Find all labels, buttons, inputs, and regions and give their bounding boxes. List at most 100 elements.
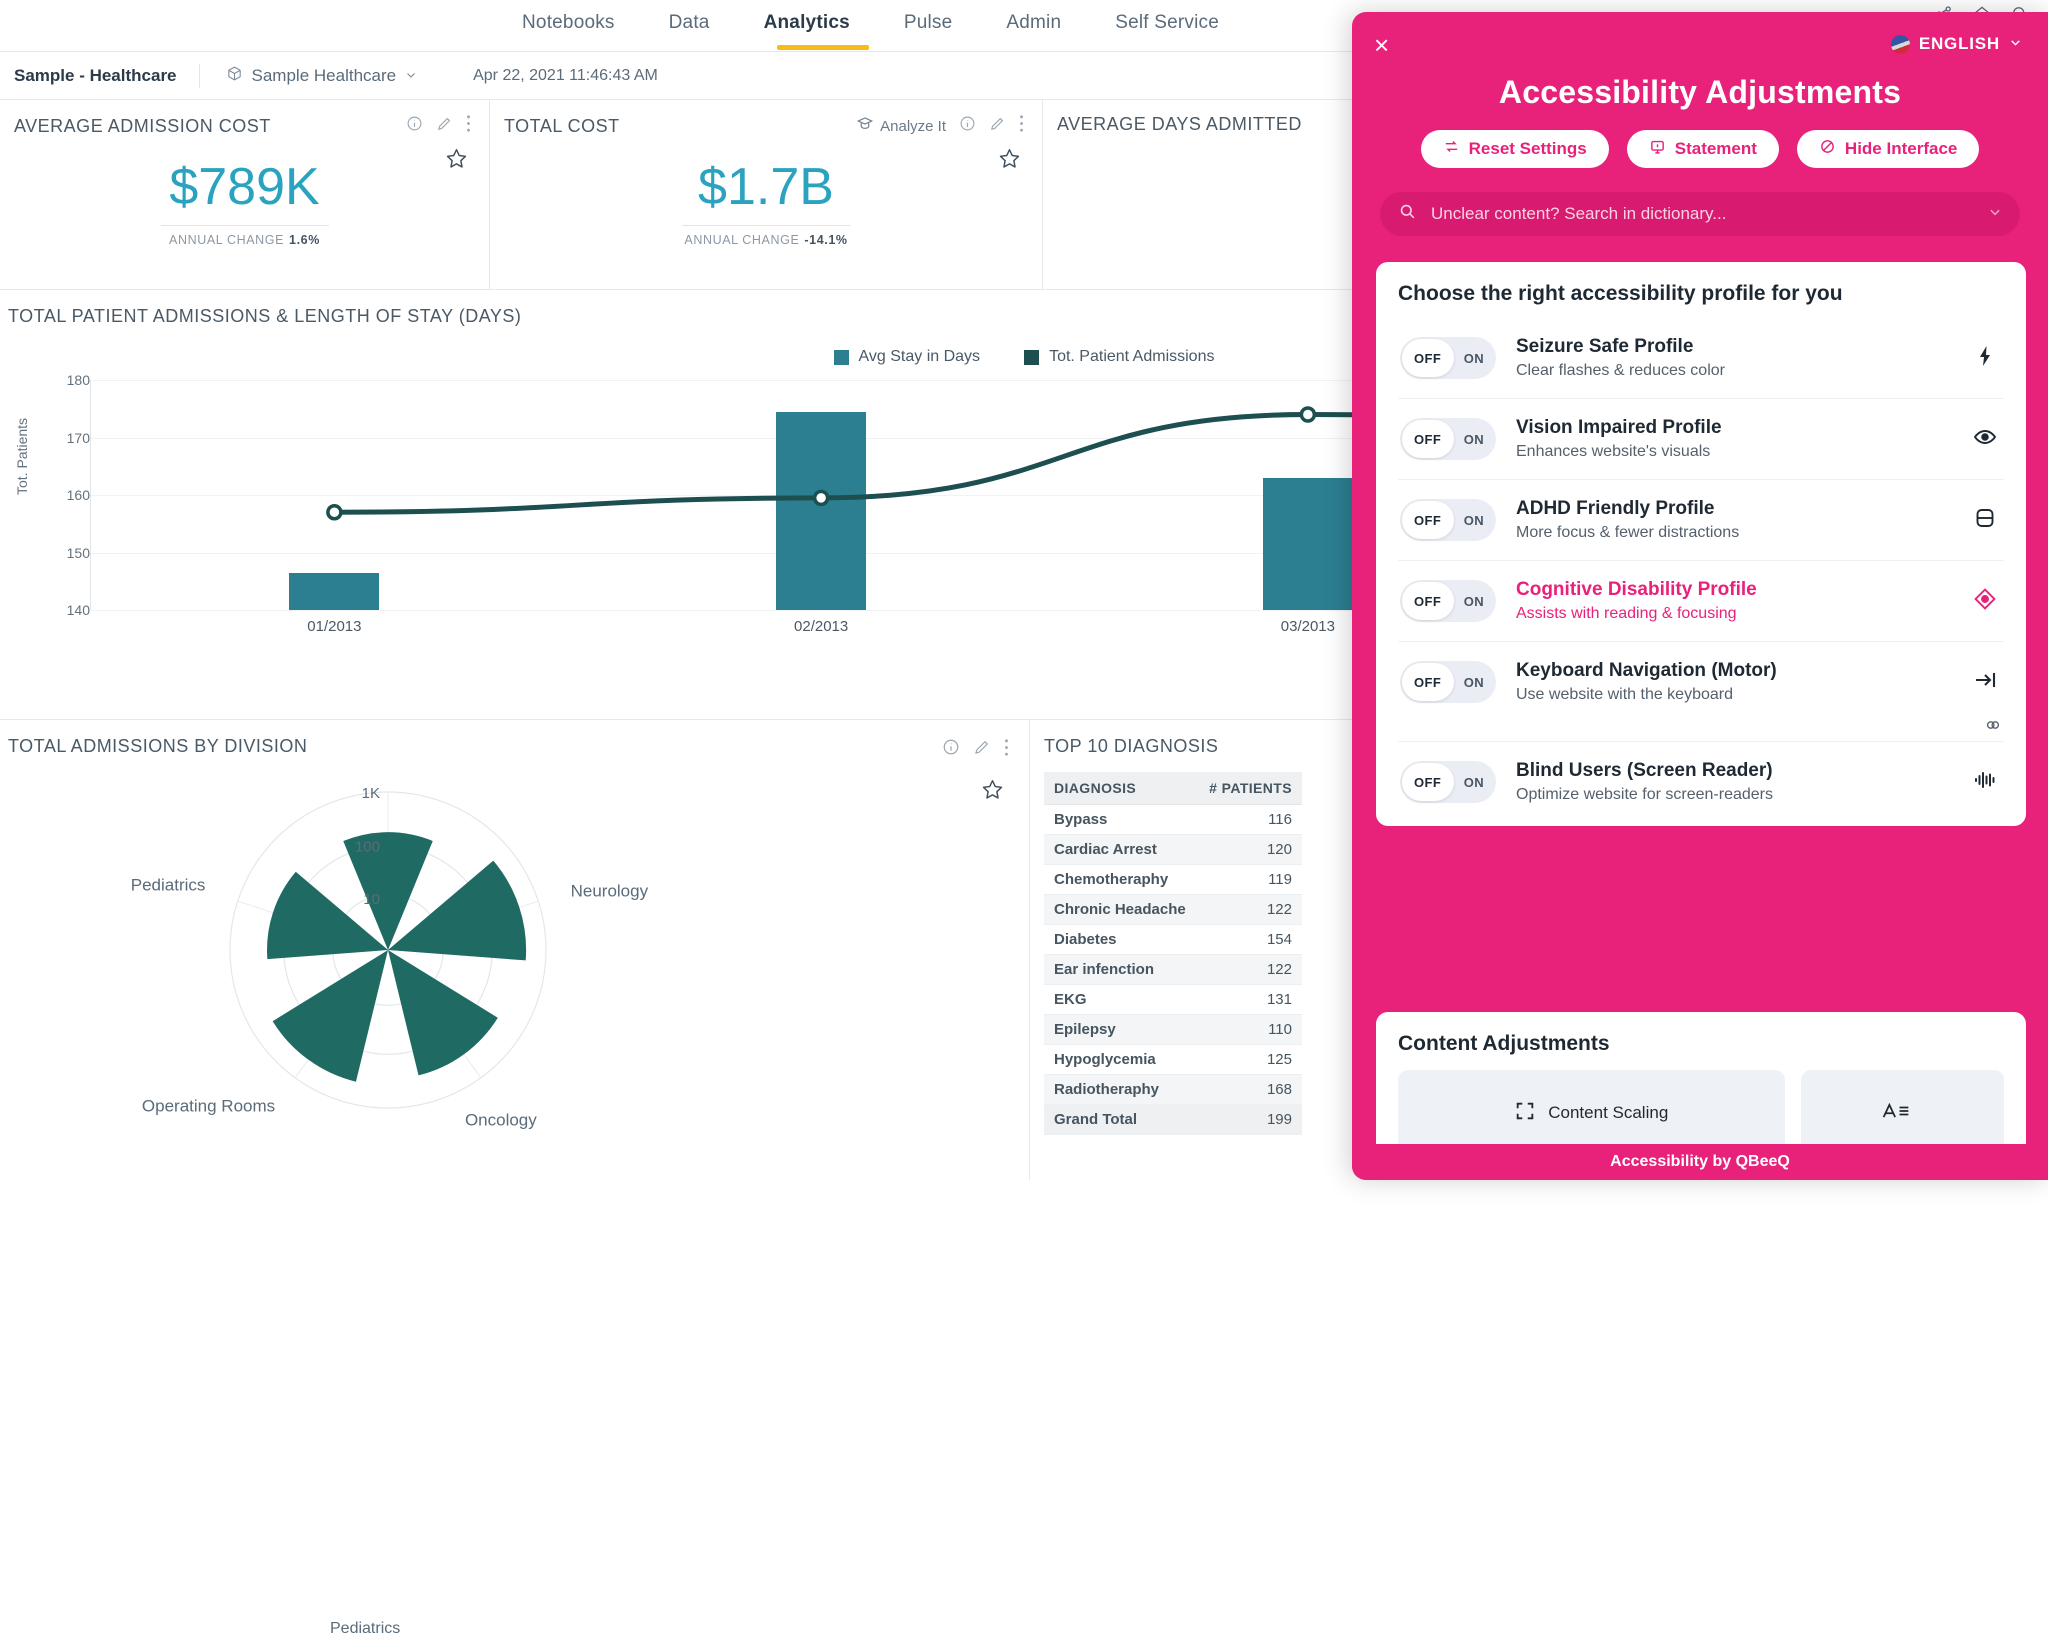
cell-patients: 122 xyxy=(1197,954,1302,985)
profile-toggle[interactable]: OFF ON xyxy=(1400,761,1496,804)
nav-item-pulse[interactable]: Pulse xyxy=(902,12,955,34)
toggle-on-label: ON xyxy=(1463,512,1484,528)
table-row[interactable]: Chronic Headache 122 xyxy=(1044,894,1302,925)
profile-toggle[interactable]: OFF ON xyxy=(1400,499,1496,542)
profile-toggle[interactable]: OFF ON xyxy=(1400,337,1496,380)
column-header-diagnosis[interactable]: DIAGNOSIS xyxy=(1044,772,1198,805)
focus-icon xyxy=(1968,506,2002,535)
table-row[interactable]: Bypass 116 xyxy=(1044,804,1302,835)
accessibility-panel: × ENGLISH Accessibility Adjustments Rese… xyxy=(1352,12,2048,1180)
kpi-value: $1.7B xyxy=(698,158,834,216)
statement-button[interactable]: Statement xyxy=(1626,130,1779,168)
legend-item-tot-patient-admissions[interactable]: Tot. Patient Admissions xyxy=(1024,348,1214,366)
table-row[interactable]: Chemotheraphy 119 xyxy=(1044,864,1302,895)
cell-patients: 116 xyxy=(1197,804,1302,835)
more-options-icon[interactable] xyxy=(466,114,471,138)
profile-row-blind-users-screen-reader[interactable]: OFF ON Blind Users (Screen Reader) Optim… xyxy=(1398,741,2004,822)
profile-row-vision-impaired-profile[interactable]: OFF ON Vision Impaired Profile Enhances … xyxy=(1398,398,2004,479)
expand-icon xyxy=(1514,1100,1536,1127)
nav-item-self-service[interactable]: Self Service xyxy=(1113,12,1221,34)
cell-patients: 168 xyxy=(1197,1074,1302,1105)
nav-item-notebooks[interactable]: Notebooks xyxy=(520,12,617,34)
data-source-selector[interactable]: Sample Healthcare xyxy=(200,65,444,87)
profile-row-keyboard-navigation-motor[interactable]: OFF ON Keyboard Navigation (Motor) Use w… xyxy=(1398,641,2004,722)
kpi-value: $789K xyxy=(169,158,320,216)
profile-row-cognitive-disability-profile[interactable]: OFF ON Cognitive Disability Profile Assi… xyxy=(1398,560,2004,641)
y-axis-tick: 160 xyxy=(66,487,90,503)
info-icon[interactable] xyxy=(406,115,423,137)
info-icon[interactable] xyxy=(959,115,976,137)
nav-item-analytics[interactable]: Analytics xyxy=(762,12,852,34)
panel-title: TOTAL ADMISSIONS BY DIVISION xyxy=(8,736,308,756)
kpi-title: TOTAL COST xyxy=(504,115,620,136)
chevron-down-icon[interactable] xyxy=(1988,205,2002,224)
cell-diagnosis: Chemotheraphy xyxy=(1044,864,1198,895)
profile-toggle[interactable]: OFF ON xyxy=(1400,580,1496,623)
text-size-icon xyxy=(1881,1100,1911,1127)
rose-category-label: Neurology xyxy=(571,882,649,901)
accessibility-action-buttons: Reset Settings Statement Hide Interface xyxy=(1352,130,2048,168)
table-row[interactable]: Cardiac Arrest 120 xyxy=(1044,834,1302,865)
table-row[interactable]: Epilepsy 110 xyxy=(1044,1014,1302,1045)
table-row[interactable]: Radiotheraphy 168 xyxy=(1044,1074,1302,1105)
y-axis-tick: 180 xyxy=(66,372,90,388)
rose-petal[interactable] xyxy=(388,950,498,1076)
nav-item-admin[interactable]: Admin xyxy=(1004,12,1063,34)
profile-toggle[interactable]: OFF ON xyxy=(1400,418,1496,461)
nav-item-data[interactable]: Data xyxy=(667,12,712,34)
profile-description: Assists with reading & focusing xyxy=(1516,604,1737,622)
cell-diagnosis: Radiotheraphy xyxy=(1044,1074,1198,1105)
cell-patients: 131 xyxy=(1197,984,1302,1015)
profile-description: Use website with the keyboard xyxy=(1516,685,1733,703)
rose-category-label: Oncology xyxy=(465,1110,537,1129)
content-adjustments-title: Content Adjustments xyxy=(1398,1032,1610,1055)
y-axis-tick: 170 xyxy=(66,429,90,446)
accessibility-panel-title: Accessibility Adjustments xyxy=(1498,74,1902,110)
table-row[interactable]: Ear infenction 122 xyxy=(1044,954,1302,985)
profile-row-adhd-friendly-profile[interactable]: OFF ON ADHD Friendly Profile More focus … xyxy=(1398,479,2004,560)
accessibility-footer[interactable]: Accessibility by QBeeQ xyxy=(1352,1144,2048,1180)
kpi-change-value: 1.6% xyxy=(289,232,320,247)
cell-diagnosis: Ear infenction xyxy=(1044,954,1198,985)
edit-icon[interactable] xyxy=(989,115,1006,137)
reset-settings-button[interactable]: Reset Settings xyxy=(1420,130,1609,168)
toggle-on-label: ON xyxy=(1463,593,1484,609)
legend-item-avg-stay[interactable]: Avg Stay in Days xyxy=(833,348,980,366)
info-icon[interactable] xyxy=(942,738,960,762)
edit-icon[interactable] xyxy=(973,738,991,762)
close-icon[interactable]: × xyxy=(1374,32,1402,60)
analyze-it-button[interactable]: Analyze It xyxy=(856,115,946,137)
toggle-off-label: OFF xyxy=(1414,593,1442,609)
profile-name: Cognitive Disability Profile xyxy=(1516,579,1757,601)
panel-total-admissions-by-division: TOTAL ADMISSIONS BY DIVISION 1K10010Card… xyxy=(0,720,1030,1637)
dictionary-search-input[interactable]: Unclear content? Search in dictionary... xyxy=(1380,192,2020,236)
profile-row-seizure-safe-profile[interactable]: OFF ON Seizure Safe Profile Clear flashe… xyxy=(1398,318,2004,398)
table-row[interactable]: Diabetes 154 xyxy=(1044,924,1302,955)
kpi-title: AVERAGE ADMISSION COST xyxy=(14,115,271,136)
profile-toggle[interactable]: OFF ON xyxy=(1400,661,1496,704)
table-header-row: DIAGNOSIS # PATIENTS xyxy=(1044,772,1302,805)
rose-petal[interactable] xyxy=(272,950,388,1082)
cell-diagnosis: Chronic Headache xyxy=(1044,894,1198,925)
column-header-patients[interactable]: # PATIENTS xyxy=(1197,772,1302,805)
more-options-icon[interactable] xyxy=(1004,738,1009,762)
audio-icon xyxy=(1968,768,2002,797)
cell-diagnosis: EKG xyxy=(1044,984,1198,1015)
kpi-title: AVERAGE DAYS ADMITTED xyxy=(1057,114,1302,134)
kpi-tools xyxy=(406,114,471,138)
panel-tools xyxy=(942,738,1009,762)
rose-category-label: Operating Rooms xyxy=(142,1096,275,1115)
hide-interface-label: Hide Interface xyxy=(1844,139,1958,158)
top-10-diagnosis-table: DIAGNOSIS # PATIENTS Bypass 116 Cardiac Ar… xyxy=(1044,772,1302,1135)
table-row[interactable]: EKG 131 xyxy=(1044,984,1302,1015)
active-tab-indicator xyxy=(777,45,869,50)
flag-icon xyxy=(1890,34,1910,54)
hide-interface-button[interactable]: Hide Interface xyxy=(1796,130,1980,168)
table-row[interactable]: Hypoglycemia 125 xyxy=(1044,1044,1302,1075)
edit-icon[interactable] xyxy=(436,115,453,137)
analyze-icon xyxy=(856,115,874,137)
more-options-icon[interactable] xyxy=(1019,114,1024,138)
radial-tick-label: 100 xyxy=(355,839,380,856)
language-selector[interactable]: ENGLISH xyxy=(1890,34,2022,54)
toggle-on-label: ON xyxy=(1463,350,1484,366)
